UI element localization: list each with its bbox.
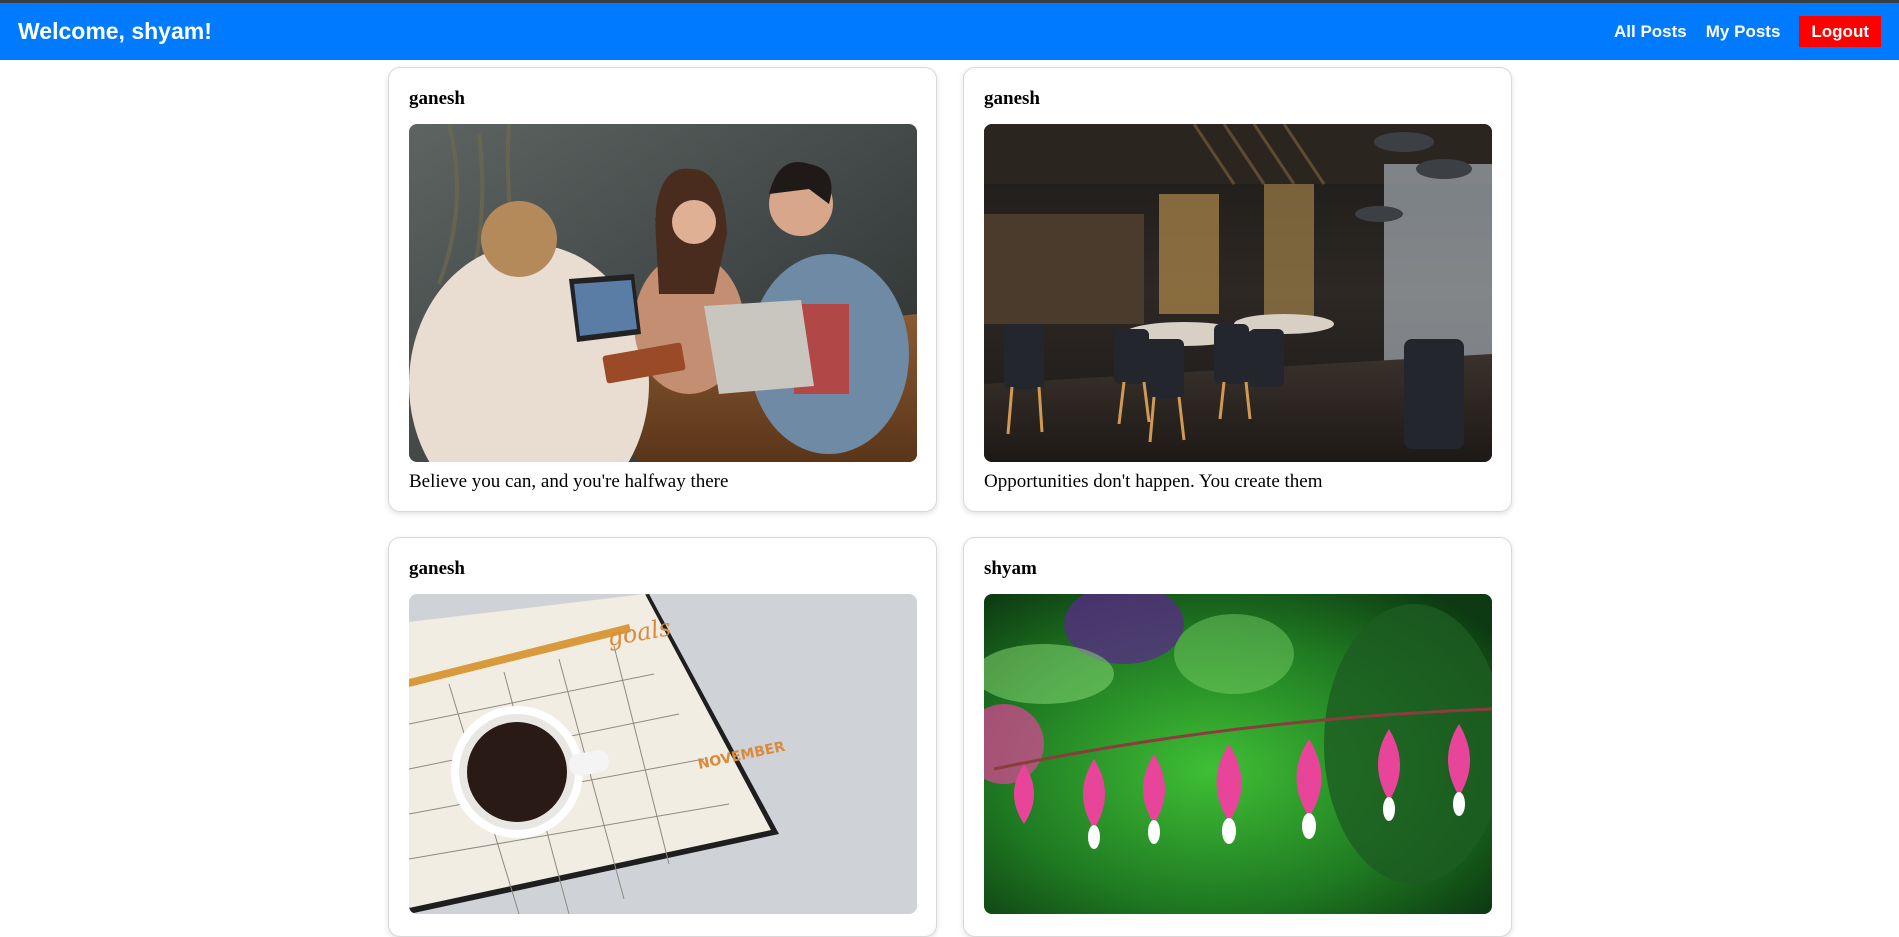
- post-image: [984, 594, 1492, 914]
- post-card: ganesh: [388, 67, 937, 512]
- coffee-planner-photo: goals NOVEMBER: [409, 594, 917, 914]
- post-caption: Believe you can, and you're halfway ther…: [409, 471, 729, 492]
- post-image: goals NOVEMBER: [409, 594, 917, 914]
- post-author: ganesh: [409, 88, 465, 109]
- post-author: ganesh: [984, 88, 1040, 109]
- post-card: shyam: [963, 537, 1512, 937]
- post-card: ganesh goals NOVEMBER: [388, 537, 937, 937]
- logout-button[interactable]: Logout: [1799, 16, 1881, 47]
- post-author: shyam: [984, 558, 1037, 579]
- restaurant-interior-photo: [984, 124, 1492, 462]
- post-caption: Opportunities don't happen. You create t…: [984, 471, 1323, 492]
- pink-flowers-photo: [984, 594, 1492, 914]
- navbar: Welcome, shyam! All Posts My Posts Logou…: [0, 3, 1899, 60]
- post-image: [409, 124, 917, 462]
- welcome-title: Welcome, shyam!: [18, 18, 212, 44]
- people-laughing-photo: [409, 124, 917, 462]
- my-posts-link[interactable]: My Posts: [1706, 22, 1781, 42]
- post-card: ganesh: [963, 67, 1512, 512]
- nav-links: All Posts My Posts Logout: [1595, 16, 1881, 47]
- all-posts-link[interactable]: All Posts: [1614, 22, 1687, 42]
- post-image: [984, 124, 1492, 462]
- post-author: ganesh: [409, 558, 465, 579]
